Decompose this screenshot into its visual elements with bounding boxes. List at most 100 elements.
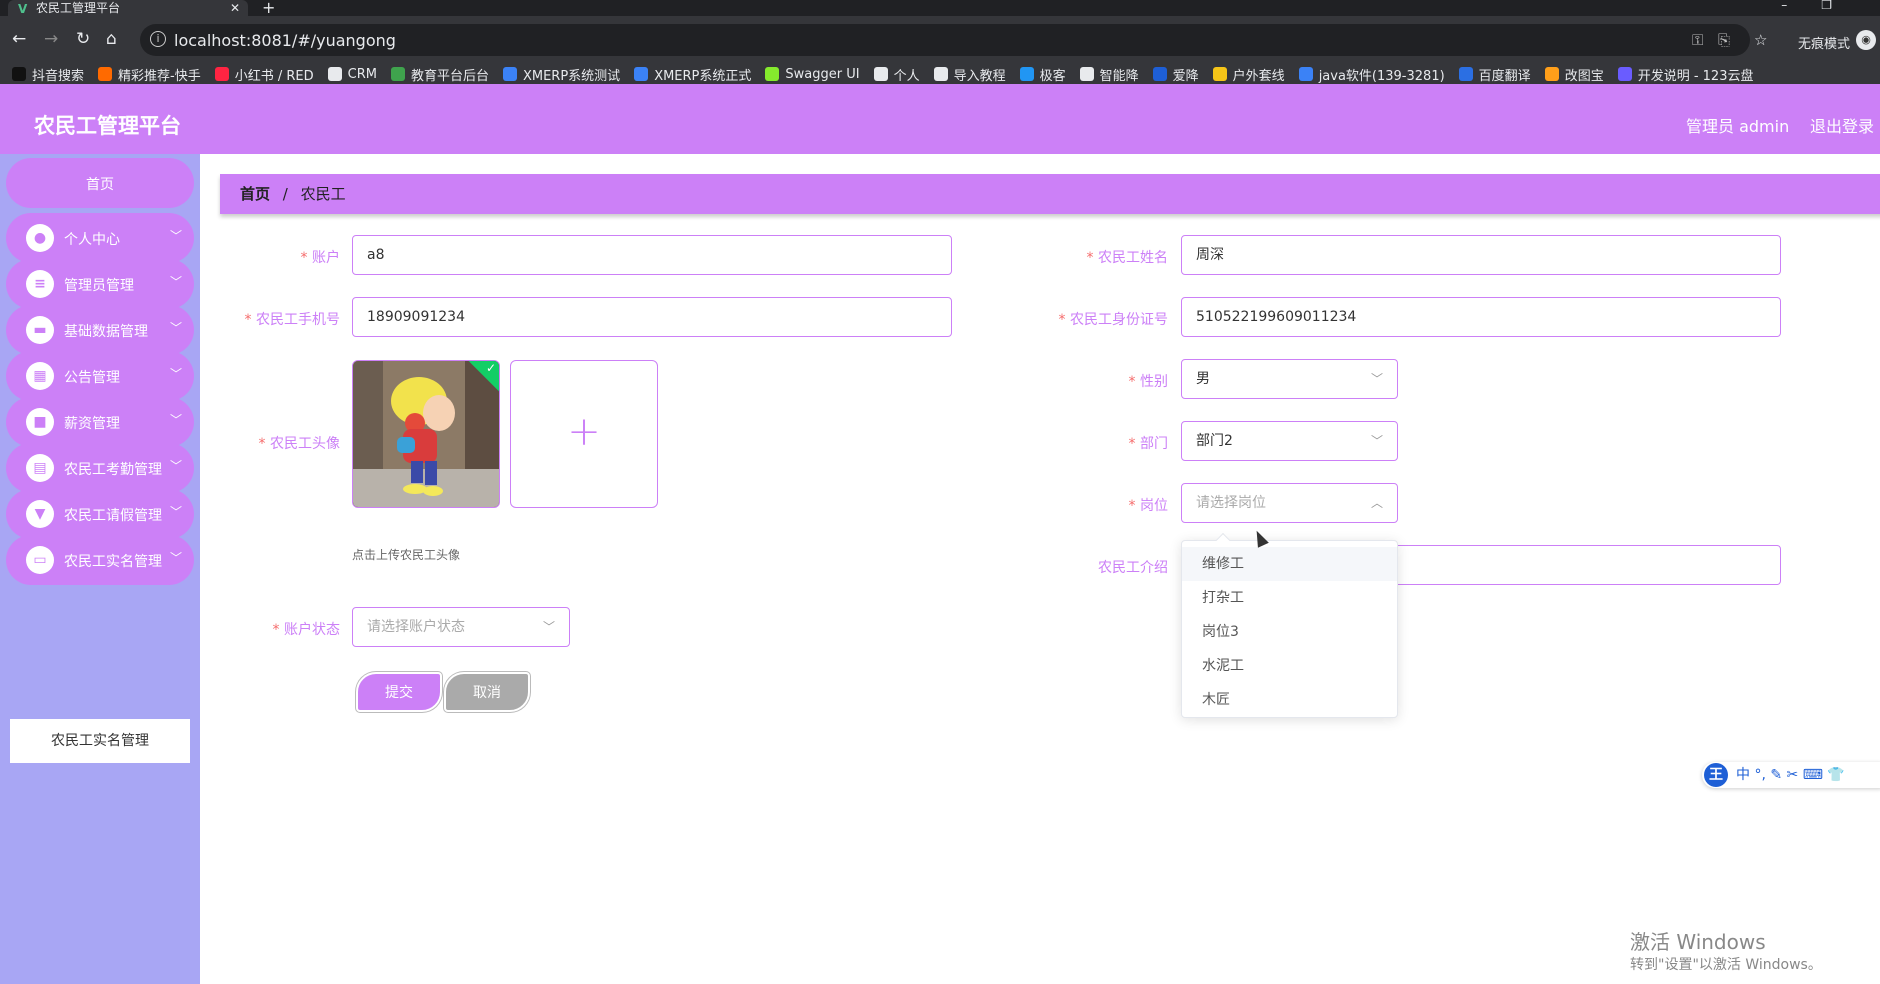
position-option[interactable]: 木匠 <box>1182 683 1397 717</box>
position-option[interactable]: 维修工 <box>1182 547 1397 581</box>
browser-tab[interactable]: V 农民工管理平台 ✕ <box>8 0 248 16</box>
bookmark-item[interactable]: 开发说明 - 123云盘 <box>1617 65 1753 84</box>
logout-link[interactable]: 退出登录 <box>1810 113 1874 137</box>
bookmark-item[interactable]: 户外套线 <box>1212 65 1285 84</box>
bookmark-label: 抖音搜索 <box>32 68 85 84</box>
key-icon[interactable]: ⚿ <box>1692 31 1703 49</box>
idcard-input[interactable]: 510522199609011234 <box>1181 297 1781 337</box>
bookmark-item[interactable]: XMERP系统测试 <box>502 65 620 84</box>
bookmark-item[interactable]: Swagger UI <box>765 67 860 82</box>
sidebar-item-home[interactable]: 首页 <box>6 158 194 208</box>
avatar-thumbnail[interactable]: ✓ <box>352 360 500 508</box>
sidebar: 首页 农民工实名管理 ● 个人中心 ﹀ ≡ 管理员管理 ﹀ ▬ 基础数据管理 ﹀ ▦ 公告管理 ﹀ ■ 薪… <box>0 154 200 984</box>
app-logo: 农民工管理平台 <box>34 114 181 138</box>
sidebar-item-4[interactable]: ▦ 公告管理 ﹀ <box>6 351 194 401</box>
chevron-down-icon: ﹀ <box>1370 434 1383 448</box>
sidebar-item-7[interactable]: ▼ 农民工请假管理 ﹀ <box>6 489 194 539</box>
chevron-down-icon: ﹀ <box>542 620 555 634</box>
reload-icon[interactable]: ↻ <box>76 29 90 49</box>
department-label: * 部门 <box>1128 436 1168 452</box>
check-icon: ✓ <box>485 361 496 375</box>
bookmark-item[interactable]: CRM <box>327 67 377 82</box>
account-label: * 账户 <box>300 250 340 266</box>
new-tab-icon[interactable]: + <box>262 0 275 17</box>
bookmark-item[interactable]: 改图宝 <box>1544 65 1604 84</box>
bookmark-favicon-icon <box>502 67 517 81</box>
sidebar-item-label: 管理员管理 <box>64 278 134 294</box>
bookmark-item[interactable]: 教育平台后台 <box>390 65 489 84</box>
back-icon[interactable]: ← <box>12 29 26 49</box>
browser-toolbar: ← → ↻ ⌂ i localhost:8081/#/yuangong ⚿ ⎘ … <box>0 16 1880 64</box>
position-select[interactable]: 请选择岗位 ︿ <box>1181 483 1398 523</box>
phone-input[interactable]: 18909091234 <box>352 297 952 337</box>
sidebar-item-3[interactable]: ▬ 基础数据管理 ﹀ <box>6 305 194 355</box>
bookmark-item[interactable]: 个人 <box>873 65 920 84</box>
sidebar-item-8[interactable]: ▭ 农民工实名管理 ﹀ <box>6 535 194 585</box>
bookmarks-bar: 抖音搜索 精彩推荐-快手 小红书 / RED CRM 教育平台后台 XMERP系统测试 XM… <box>0 64 1880 84</box>
sidebar-item-label: 农民工实名管理 <box>64 554 162 570</box>
bookmark-item[interactable]: java软件(139-3281) <box>1298 65 1445 84</box>
ime-tools[interactable]: 中 °, ✎ ✂ ⌨ 👕 <box>1736 767 1845 783</box>
account-input[interactable]: a8 <box>352 235 952 275</box>
bookmark-favicon-icon <box>1544 67 1559 81</box>
site-info-icon[interactable]: i <box>150 31 166 47</box>
intro-label: 农民工介绍 <box>1098 560 1168 576</box>
bookmark-favicon-icon <box>98 67 113 81</box>
screen: V 农民工管理平台 ✕ + –❐ ← → ↻ ⌂ i localhost:808… <box>0 0 1880 984</box>
bookmark-item[interactable]: 抖音搜索 <box>12 65 84 84</box>
bookmark-label: java软件(139-3281) <box>1318 68 1445 84</box>
bookmark-favicon-icon <box>1019 67 1034 81</box>
position-option[interactable]: 岗位3 <box>1182 615 1397 649</box>
ime-toolbar[interactable]: 王 中 °, ✎ ✂ ⌨ 👕 <box>1702 762 1880 788</box>
monitor-icon: ▭ <box>26 546 54 574</box>
gender-label: * 性别 <box>1128 374 1168 390</box>
bookmark-item[interactable]: XMERP系统正式 <box>634 65 751 84</box>
incognito-icon[interactable]: ◉ <box>1856 30 1876 50</box>
sidebar-item-1[interactable]: ● 个人中心 ﹀ <box>6 213 194 263</box>
position-option[interactable]: 打杂工 <box>1182 581 1397 615</box>
bookmark-item[interactable]: 智能降 <box>1079 65 1139 84</box>
submit-button[interactable]: 提交 <box>356 672 442 712</box>
status-select[interactable]: 请选择账户状态 ﹀ <box>352 607 570 647</box>
bookmark-favicon-icon <box>634 67 649 81</box>
bookmark-item[interactable]: 爱降 <box>1152 65 1199 84</box>
avatar-upload-button[interactable]: + <box>510 360 658 508</box>
bookmark-item[interactable]: 精彩推荐-快手 <box>98 65 201 84</box>
bookmark-favicon-icon <box>765 67 780 81</box>
forward-icon[interactable]: → <box>44 29 58 49</box>
breadcrumb-current: 农民工 <box>300 185 346 203</box>
close-tab-icon[interactable]: ✕ <box>230 0 240 16</box>
position-dropdown: 维修工 打杂工 岗位3 水泥工 木匠 <box>1181 532 1398 718</box>
app-header: 农民工管理平台 管理员 admin 退出登录 <box>0 84 1880 154</box>
department-select[interactable]: 部门2 ﹀ <box>1181 421 1398 461</box>
position-option[interactable]: 水泥工 <box>1182 649 1397 683</box>
chevron-down-icon: ﹀ <box>169 275 182 289</box>
url-text[interactable]: localhost:8081/#/yuangong <box>174 31 396 50</box>
sidebar-item-6[interactable]: ▤ 农民工考勤管理 ﹀ <box>6 443 194 493</box>
breadcrumb-home[interactable]: 首页 <box>240 185 270 203</box>
bookmark-label: XMERP系统正式 <box>654 68 752 84</box>
bookmark-item[interactable]: 百度翻译 <box>1458 65 1531 84</box>
bookmark-favicon-icon <box>1079 67 1094 81</box>
bookmark-item[interactable]: 极客 <box>1019 65 1066 84</box>
gender-select[interactable]: 男 ﹀ <box>1181 359 1398 399</box>
submenu-item-realname[interactable]: 农民工实名管理 <box>10 719 190 763</box>
user-icon: ● <box>26 224 54 252</box>
cancel-button[interactable]: 取消 <box>444 672 530 712</box>
sidebar-item-5[interactable]: ■ 薪资管理 ﹀ <box>6 397 194 447</box>
bookmark-star-icon[interactable]: ☆ <box>1754 31 1767 49</box>
sidebar-item-2[interactable]: ≡ 管理员管理 ﹀ <box>6 259 194 309</box>
briefcase-icon: ■ <box>26 408 54 436</box>
chevron-down-icon: ﹀ <box>169 413 182 427</box>
home-icon[interactable]: ⌂ <box>106 29 117 49</box>
bookmark-favicon-icon <box>214 67 229 81</box>
translate-icon[interactable]: ⎘ <box>1718 31 1730 49</box>
bookmark-item[interactable]: 导入教程 <box>933 65 1006 84</box>
bookmark-label: 教育平台后台 <box>410 68 489 84</box>
ime-logo-icon[interactable]: 王 <box>1704 763 1728 787</box>
bookmark-item[interactable]: 小红书 / RED <box>214 65 314 84</box>
sidebar-item-label: 农民工考勤管理 <box>64 462 162 478</box>
window-controls[interactable]: –❐ <box>1781 0 1866 12</box>
address-bar[interactable]: i localhost:8081/#/yuangong ⚿ ⎘ ☆ <box>140 24 1767 56</box>
name-input[interactable]: 周深 <box>1181 235 1781 275</box>
